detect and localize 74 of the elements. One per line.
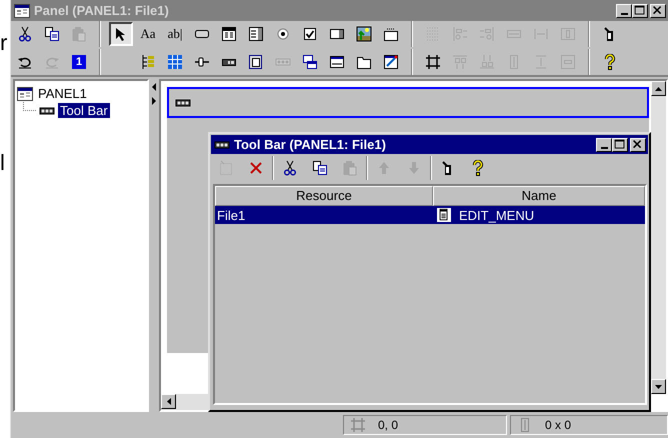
copy-icon — [44, 26, 60, 42]
checkbox-icon — [302, 26, 318, 42]
label-box-icon — [383, 26, 399, 42]
close-button[interactable] — [650, 4, 666, 18]
clipboard-icon — [342, 160, 358, 176]
dot-grid-icon — [425, 26, 441, 42]
radio-button-icon — [275, 26, 291, 42]
scissors-icon — [282, 160, 298, 176]
align-top-icon — [452, 54, 468, 70]
close-button[interactable] — [630, 138, 646, 152]
align-bottom-icon — [479, 54, 495, 70]
down-arrow-icon — [406, 160, 422, 176]
field-icon — [329, 26, 345, 42]
minimize-icon — [620, 13, 628, 15]
up-triangle-icon — [655, 86, 662, 90]
background-text: r — [0, 30, 8, 56]
minimize-button[interactable] — [616, 4, 632, 18]
toolbar-button[interactable] — [109, 22, 133, 46]
align-left-icon — [452, 26, 468, 42]
toolbar-button[interactable]: ab| — [163, 22, 187, 46]
vertical-spacing-icon — [533, 54, 549, 70]
window-icon — [14, 2, 30, 18]
scroll-left-button[interactable] — [161, 394, 176, 409]
toolbar-button[interactable]: 1 — [67, 50, 91, 74]
position-readout: 0, 0 — [378, 418, 398, 432]
tab-icon — [356, 54, 372, 70]
spacing-icon — [533, 26, 549, 42]
scissors-icon — [17, 26, 33, 42]
align-right-icon — [479, 26, 495, 42]
center-icon — [560, 26, 576, 42]
toolbar-button[interactable]: Aa — [136, 22, 160, 46]
up-arrow-icon — [376, 160, 392, 176]
copy-icon — [312, 160, 328, 176]
size-readout: 0 x 0 — [545, 418, 572, 432]
column-header[interactable]: Name — [433, 186, 645, 206]
tree-icon — [140, 54, 156, 70]
down-triangle-icon — [655, 384, 662, 388]
panel-icon — [329, 54, 345, 70]
windows-icon — [302, 54, 318, 70]
table-cell: EDIT_MENU — [459, 208, 534, 222]
column-header[interactable]: Resource — [215, 186, 433, 206]
new-item-icon — [218, 160, 234, 176]
minimize-button[interactable] — [596, 138, 612, 152]
table-icon — [167, 54, 183, 70]
help-icon — [470, 160, 486, 176]
middle-icon — [560, 54, 576, 70]
left-triangle-icon — [166, 398, 170, 405]
table-cell: File1 — [217, 208, 246, 222]
clipboard-icon — [71, 26, 87, 42]
spin-list-icon — [248, 26, 264, 42]
edit-icon — [383, 54, 399, 70]
document-icon — [248, 54, 264, 70]
image-icon — [356, 26, 372, 42]
crop-icon — [425, 54, 441, 70]
vertical-scrollbar[interactable] — [651, 81, 666, 394]
menu-item-icon — [437, 208, 451, 222]
maximize-icon — [633, 4, 647, 18]
scroll-up-button[interactable] — [651, 81, 666, 96]
crop-icon — [350, 417, 366, 433]
tree-item[interactable]: PANEL1 — [36, 86, 89, 101]
delete-icon — [248, 160, 264, 176]
list-box-icon — [221, 26, 237, 42]
tree-item[interactable]: Tool Bar — [58, 103, 110, 118]
table-row[interactable]: File1 EDIT_MENU — [215, 206, 645, 224]
toolbar-element[interactable] — [167, 87, 649, 118]
window-title: Panel (PANEL1: File1) — [34, 3, 170, 18]
help-icon — [602, 54, 618, 70]
maximize-button[interactable] — [632, 4, 648, 18]
background-text: l — [0, 150, 5, 176]
minimize-icon — [600, 147, 608, 149]
scroll-down-button[interactable] — [651, 379, 666, 394]
maximize-icon — [613, 138, 627, 152]
window-title: Tool Bar (PANEL1: File1) — [234, 137, 387, 152]
maximize-button[interactable] — [612, 138, 628, 152]
